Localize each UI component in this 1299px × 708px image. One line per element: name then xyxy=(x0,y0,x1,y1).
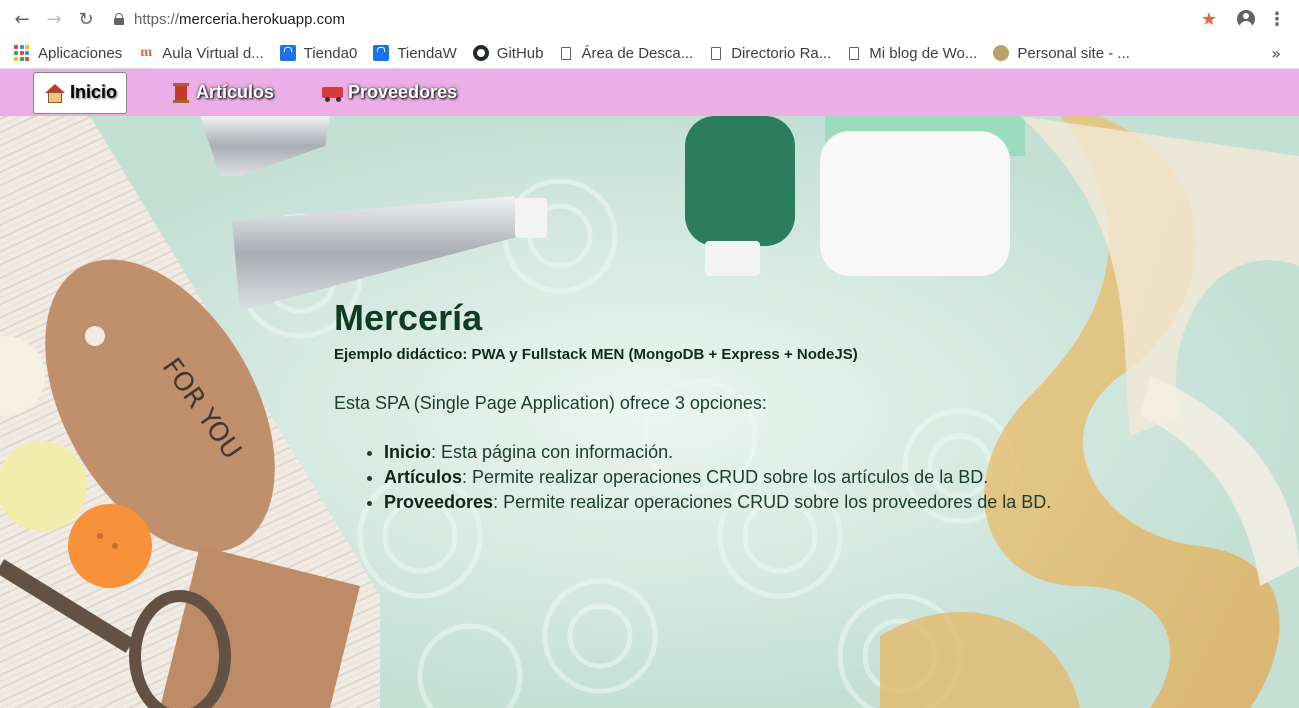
intro-text: Esta SPA (Single Page Application) ofrec… xyxy=(334,393,767,413)
truck-icon xyxy=(322,82,344,104)
house-icon xyxy=(44,82,66,104)
bookmark-tienda0[interactable]: Tienda0 xyxy=(279,44,358,62)
bookmark-label: Aplicaciones xyxy=(38,44,123,62)
list-item: Artículos: Permite realizar operaciones … xyxy=(384,465,1094,490)
page-icon xyxy=(561,46,572,60)
bookmark-github[interactable]: GitHub xyxy=(472,44,544,62)
page-icon xyxy=(849,46,860,60)
nav-item-articulos[interactable]: Artículos xyxy=(162,73,282,113)
option-desc: : Permite realizar operaciones CRUD sobr… xyxy=(462,467,989,487)
moodle-icon: m xyxy=(140,45,153,60)
list-item: Proveedores: Permite realizar operacione… xyxy=(384,490,1094,515)
hero-section: FOR YOU Mercería Ejemplo didáctico: PWA … xyxy=(0,116,1299,708)
github-icon xyxy=(472,45,489,61)
bookmark-label: TiendaW xyxy=(397,44,457,62)
bookmark-mi-blog[interactable]: Mi blog de Wo... xyxy=(847,45,977,62)
nav-item-proveedores[interactable]: Proveedores xyxy=(314,73,465,113)
bookmark-label: Área de Desca... xyxy=(581,44,694,62)
shopping-bag-icon xyxy=(373,45,390,61)
app-navbar: Inicio Artículos Proveedores xyxy=(0,69,1299,116)
star-icon[interactable]: ★ xyxy=(1189,9,1229,30)
page-icon xyxy=(711,46,722,60)
reload-icon[interactable]: ↻ xyxy=(70,3,102,35)
url-text[interactable]: https://merceria.herokuapp.com xyxy=(134,11,345,28)
nav-item-inicio[interactable]: Inicio xyxy=(33,71,128,114)
option-name: Artículos xyxy=(384,467,463,487)
bookmark-personal-site[interactable]: Personal site - ... xyxy=(993,45,1130,62)
shopping-bag-icon xyxy=(279,45,296,61)
browser-toolbar: ← → ↻ https://merceria.herokuapp.com ★ ⋮ xyxy=(0,0,1299,38)
nav-item-label: Proveedores xyxy=(348,82,458,102)
bookmark-directorio[interactable]: Directorio Ra... xyxy=(709,45,831,62)
bookmark-label: Tienda0 xyxy=(303,44,358,62)
bookmark-label: Mi blog de Wo... xyxy=(869,44,978,62)
bookmark-aplicaciones[interactable]: Aplicaciones xyxy=(14,45,122,62)
nav-item-label: Inicio xyxy=(70,82,118,102)
apps-icon xyxy=(14,45,30,61)
page-title: Mercería xyxy=(334,297,483,338)
forward-arrow-icon[interactable]: → xyxy=(38,3,70,35)
option-name: Inicio xyxy=(384,442,432,462)
page-subtitle: Ejemplo didáctico: PWA y Fullstack MEN (… xyxy=(334,346,858,363)
bookmark-label: Aula Virtual d... xyxy=(162,44,264,62)
lock-icon[interactable] xyxy=(114,13,124,25)
site-icon xyxy=(993,45,1010,61)
bookmark-label: Personal site - ... xyxy=(1017,44,1130,62)
bookmark-area-descargas[interactable]: Área de Desca... xyxy=(559,45,693,62)
main-content: Mercería Ejemplo didáctico: PWA y Fullst… xyxy=(334,298,1094,515)
option-desc: : Permite realizar operaciones CRUD sobr… xyxy=(493,492,1052,512)
bookmark-label: GitHub xyxy=(496,44,544,62)
bookmark-tiendaw[interactable]: TiendaW xyxy=(373,44,457,62)
bookmark-label: Directorio Ra... xyxy=(731,44,832,62)
list-item: Inicio: Esta página con información. xyxy=(384,440,1094,465)
option-desc: : Esta página con información. xyxy=(431,442,674,462)
more-bookmarks-button[interactable]: » xyxy=(1271,44,1281,63)
nav-item-label: Artículos xyxy=(196,82,275,102)
back-arrow-icon[interactable]: ← xyxy=(6,3,38,35)
bookmark-aula-virtual[interactable]: m Aula Virtual d... xyxy=(138,45,263,62)
address-bar[interactable]: https://merceria.herokuapp.com xyxy=(106,4,1189,34)
option-name: Proveedores xyxy=(384,492,494,512)
bookmarks-bar: Aplicaciones m Aula Virtual d... Tienda0… xyxy=(0,38,1299,69)
account-icon[interactable] xyxy=(1237,10,1255,28)
kebab-menu-icon[interactable]: ⋮ xyxy=(1267,9,1287,30)
spool-icon xyxy=(170,82,192,104)
options-list: Inicio: Esta página con información. Art… xyxy=(334,440,1094,515)
